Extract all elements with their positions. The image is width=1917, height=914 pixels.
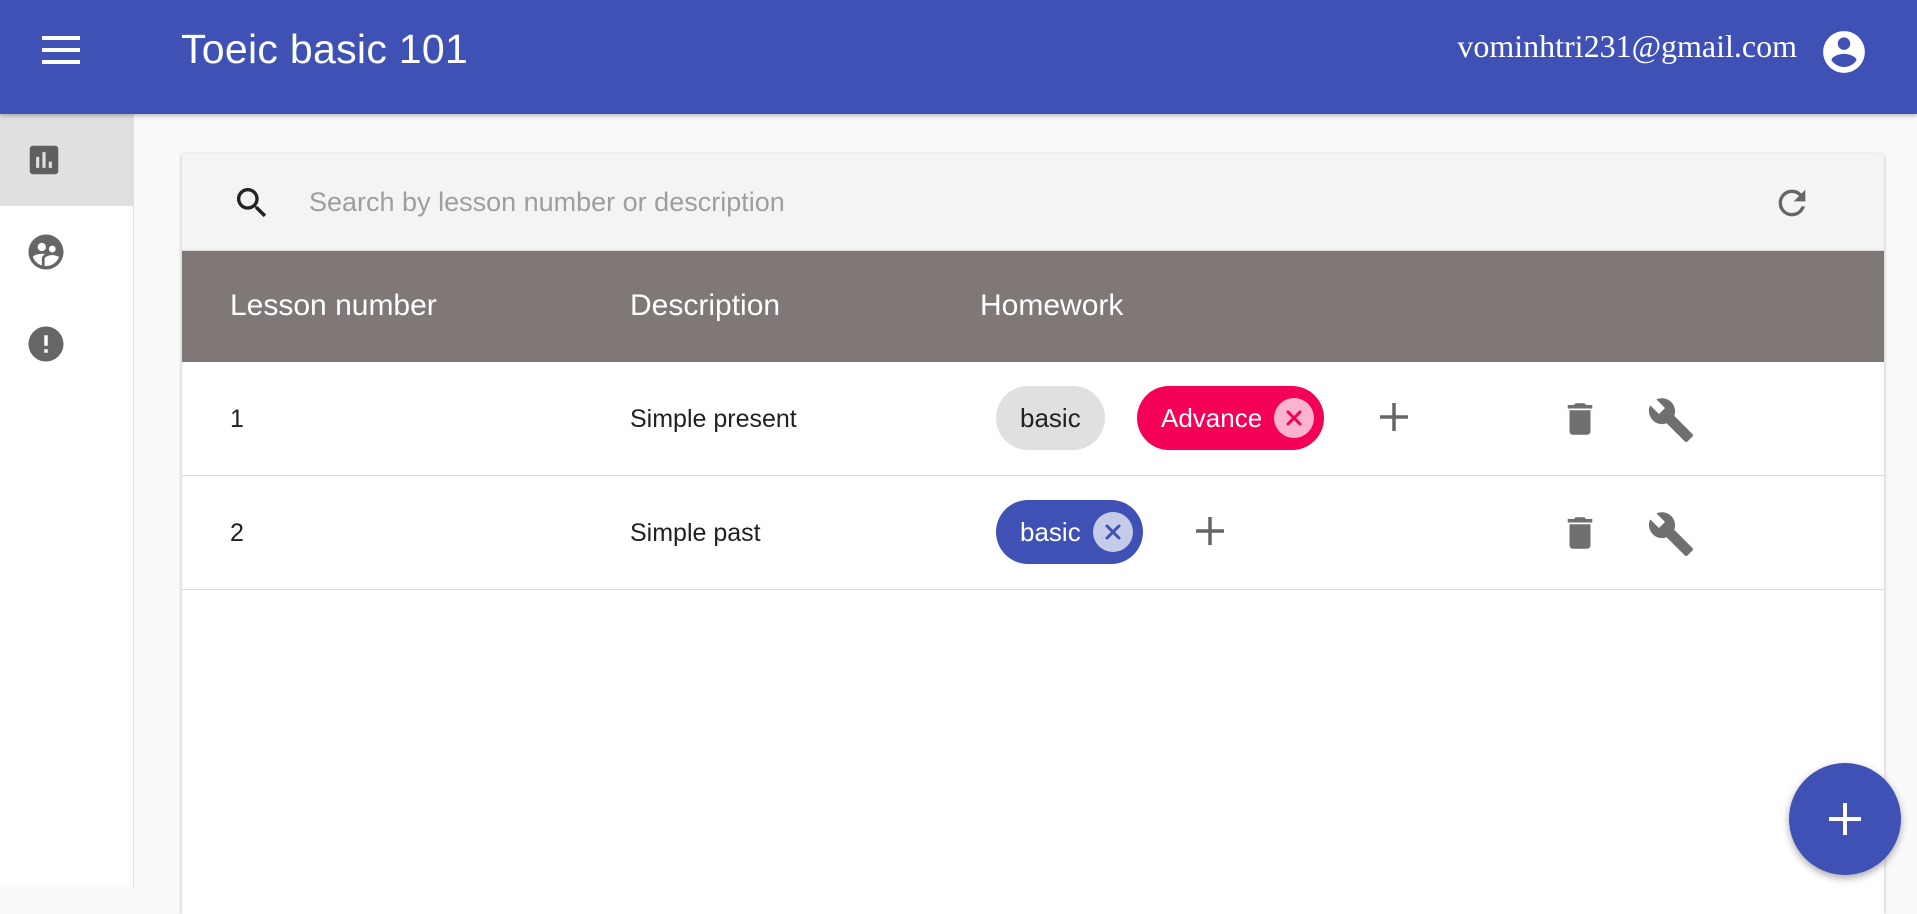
table-row: 2 Simple past basic (182, 476, 1884, 590)
sidebar (0, 114, 134, 887)
app-bar: Toeic basic 101 vominhtri231@gmail.com (0, 0, 1917, 114)
add-lesson-fab[interactable] (1789, 763, 1901, 875)
search-icon (237, 188, 267, 218)
menu-button[interactable] (36, 30, 86, 70)
lessons-card: Lesson number Description Homework 1 Sim… (182, 154, 1884, 914)
search-bar (182, 154, 1884, 251)
refresh-icon (1778, 189, 1806, 217)
trash-icon (1567, 517, 1593, 549)
remove-chip-button[interactable] (1274, 398, 1315, 438)
close-icon (1286, 410, 1302, 426)
search-input[interactable] (309, 176, 1609, 228)
plus-icon (1829, 803, 1861, 835)
sidebar-item-alerts[interactable] (0, 298, 133, 390)
account-circle-icon (1823, 31, 1865, 73)
column-header-description: Description (630, 289, 781, 322)
homework-chip[interactable]: basic (996, 386, 1105, 450)
add-homework-button[interactable] (1376, 399, 1412, 440)
menu-icon (42, 36, 80, 64)
wrench-icon (1648, 398, 1693, 442)
homework-chip-label: basic (1020, 402, 1081, 433)
refresh-button[interactable] (1772, 183, 1812, 228)
lesson-number-cell: 1 (230, 405, 244, 433)
wrench-icon (1648, 512, 1693, 556)
lesson-number-cell: 2 (230, 519, 244, 547)
sidebar-item-statistics[interactable] (0, 114, 133, 206)
description-cell: Simple present (630, 405, 797, 433)
table-header: Lesson number Description Homework (182, 251, 1884, 362)
table-row: 1 Simple present basic Advance (182, 362, 1884, 476)
homework-chip[interactable]: basic (996, 500, 1143, 564)
description-cell: Simple past (630, 519, 761, 547)
user-email: vominhtri231@gmail.com (1457, 28, 1797, 64)
delete-button[interactable] (1559, 398, 1601, 445)
homework-chip-label: basic (1020, 516, 1081, 547)
plus-icon (1380, 403, 1408, 431)
edit-button[interactable] (1647, 396, 1695, 449)
edit-button[interactable] (1647, 510, 1695, 563)
main-content: Lesson number Description Homework 1 Sim… (134, 114, 1917, 914)
homework-chip[interactable]: Advance (1137, 386, 1325, 450)
homework-chip-label: Advance (1161, 402, 1263, 433)
account-button[interactable] (1819, 27, 1869, 77)
plus-icon (1196, 517, 1224, 545)
delete-button[interactable] (1559, 512, 1601, 559)
remove-chip-button[interactable] (1092, 512, 1133, 552)
page-title: Toeic basic 101 (181, 26, 469, 72)
add-homework-button[interactable] (1192, 513, 1228, 554)
bar-chart-icon (29, 145, 59, 175)
column-header-homework: Homework (980, 289, 1124, 322)
trash-icon (1567, 403, 1593, 435)
sidebar-item-students[interactable] (0, 206, 133, 298)
group-icon (28, 234, 64, 270)
column-header-lesson-number: Lesson number (230, 289, 437, 322)
close-icon (1105, 524, 1121, 540)
alert-icon (28, 326, 64, 362)
